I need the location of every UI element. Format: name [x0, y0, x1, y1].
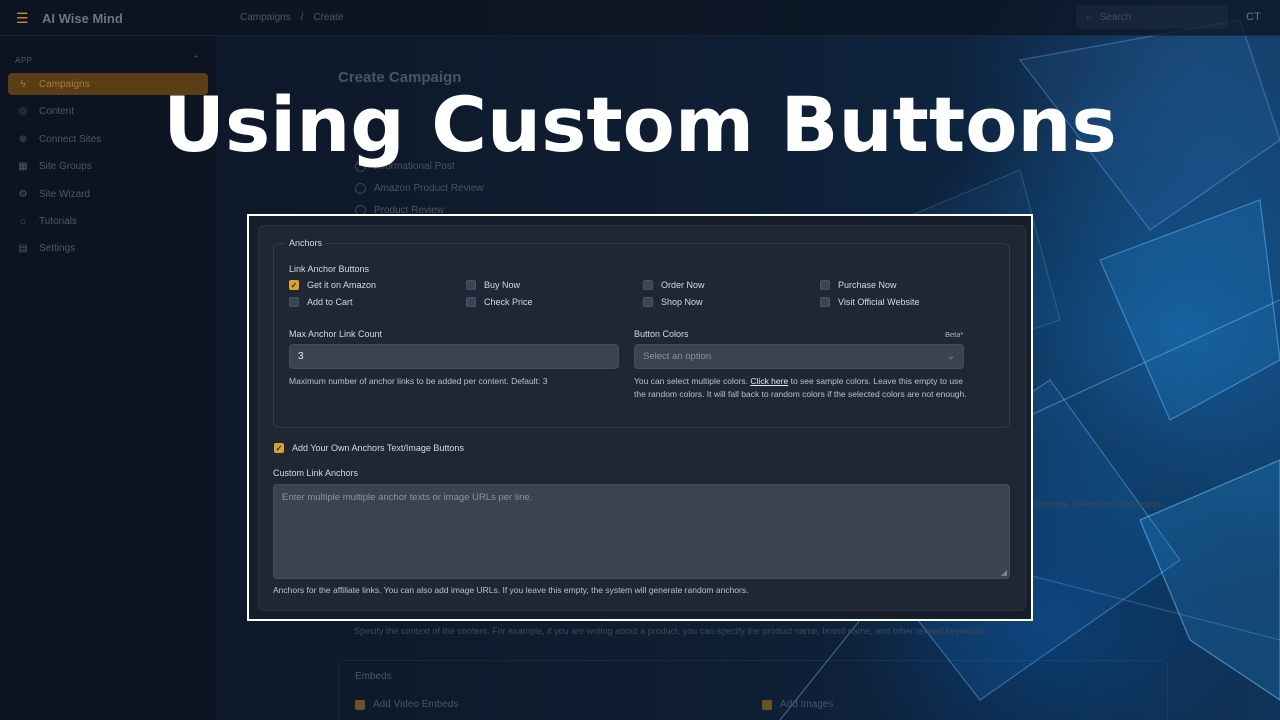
checkbox-icon [466, 280, 476, 290]
lightbulb-icon: ☼ [18, 215, 28, 227]
max-anchor-count-input[interactable]: 3 [289, 344, 619, 369]
checkbox-buy-now[interactable]: Buy Now [466, 280, 520, 290]
chevron-up-icon[interactable]: ⌃ [192, 54, 200, 65]
content-type-amazon-review[interactable]: Amazon Product Review [355, 183, 484, 194]
beta-badge: Beta* [945, 330, 964, 339]
breadcrumb-campaigns[interactable]: Campaigns [240, 12, 291, 23]
app-name: AI Wise Mind [42, 11, 123, 26]
button-colors-label: Button Colors [634, 329, 689, 339]
checkbox-label: Add to Cart [307, 297, 353, 307]
custom-link-anchors-help: Anchors for the affiliate links. You can… [273, 585, 749, 595]
app-logo[interactable]: ☰ AI Wise Mind [16, 10, 123, 27]
checkbox-add-own-anchors[interactable]: ✓ Add Your Own Anchors Text/Image Button… [274, 443, 464, 453]
add-images-checkbox[interactable]: Add Images [762, 699, 833, 710]
top-bar: ☰ AI Wise Mind Campaigns / Create ⌕ Sear… [0, 0, 1280, 36]
checkbox-add-to-cart[interactable]: Add to Cart [289, 297, 353, 307]
checkbox-icon [289, 297, 299, 307]
custom-link-anchors-placeholder: Enter multiple multiple anchor texts or … [282, 492, 533, 503]
sidebar-section-title: APP [15, 56, 33, 65]
checkmark-icon: ✓ [289, 280, 299, 290]
max-anchor-count-value: 3 [298, 351, 304, 362]
button-colors-placeholder: Select an option [643, 351, 712, 362]
checkbox-label: Visit Official Website [838, 297, 920, 307]
sidebar-item-label: Settings [39, 242, 76, 254]
breadcrumb-create: Create [313, 12, 344, 23]
checkbox-icon [643, 297, 653, 307]
sidebar-item-tutorials[interactable]: ☼ Tutorials [8, 210, 208, 232]
click-here-link[interactable]: Click here [750, 376, 788, 386]
checkbox-purchase-now[interactable]: Purchase Now [820, 280, 897, 290]
video-overlay-title: Using Custom Buttons [163, 80, 1117, 169]
checkbox-label: Shop Now [661, 297, 703, 307]
checkmark-icon: ✓ [274, 443, 284, 453]
sidebar-item-site-wizard[interactable]: ⚙ Site Wizard [8, 183, 208, 205]
embeds-legend: Embeds [355, 671, 392, 682]
content-type-label: Amazon Product Review [374, 183, 484, 194]
checkbox-shop-now[interactable]: Shop Now [643, 297, 703, 307]
max-anchor-count-help: Maximum number of anchor links to be add… [289, 376, 548, 386]
checkbox-check-price[interactable]: Check Price [466, 297, 533, 307]
checkbox-visit-official-website[interactable]: Visit Official Website [820, 297, 920, 307]
checkbox-label: Buy Now [484, 280, 521, 290]
embeds-section [338, 660, 1168, 720]
search-input[interactable]: ⌕ Search [1076, 5, 1228, 29]
document-icon: ▤ [18, 242, 28, 254]
breadcrumb-separator: / [300, 12, 304, 23]
custom-link-anchors-label: Custom Link Anchors [273, 468, 359, 478]
checkbox-icon [643, 280, 653, 290]
max-anchor-count-label: Max Anchor Link Count [289, 329, 383, 339]
checkbox-label: Get it on Amazon [307, 280, 377, 290]
sidebar-item-settings[interactable]: ▤ Settings [8, 237, 208, 259]
breadcrumb: Campaigns / Create [240, 12, 343, 23]
avatar[interactable]: CT [1246, 11, 1261, 23]
anchors-legend: Anchors [285, 238, 327, 248]
checkbox-order-now[interactable]: Order Now [643, 280, 705, 290]
checkbox-get-it-on-amazon[interactable]: ✓ Get it on Amazon [289, 280, 376, 290]
gear-icon: ⚙ [18, 188, 28, 200]
add-video-embeds-checkbox[interactable]: Add Video Embeds [355, 699, 458, 710]
resize-handle-icon[interactable]: ◢ [1001, 568, 1007, 577]
checkbox-icon [820, 280, 830, 290]
checkbox-label: Order Now [661, 280, 705, 290]
search-icon: ⌕ [1086, 11, 1092, 23]
context-help: Specify the context of the content. For … [354, 626, 987, 636]
faded-help-right: Optional. Maximum 1000 words [1034, 499, 1161, 509]
menu-toggle-icon[interactable]: ☰ [16, 10, 30, 27]
checkbox-label: Add Your Own Anchors Text/Image Buttons [292, 443, 464, 453]
search-placeholder: Search [1099, 11, 1132, 23]
checkbox-label: Add Images [780, 699, 834, 710]
checkbox-icon [820, 297, 830, 307]
checkbox-label: Add Video Embeds [373, 699, 459, 710]
checkbox-icon [466, 297, 476, 307]
custom-link-anchors-textarea[interactable]: Enter multiple multiple anchor texts or … [273, 484, 1010, 579]
sidebar-item-label: Site Wizard [39, 188, 91, 200]
checkbox-icon [762, 699, 772, 710]
button-colors-select[interactable]: Select an option ⌄ [634, 344, 964, 369]
sidebar-item-label: Tutorials [39, 215, 77, 227]
chevron-down-icon: ⌄ [947, 351, 955, 362]
link-anchor-buttons-label: Link Anchor Buttons [289, 264, 370, 274]
button-colors-help: You can select multiple colors. Click he… [634, 375, 969, 401]
radio-icon [355, 183, 366, 194]
checkbox-label: Purchase Now [838, 280, 897, 290]
checkbox-label: Check Price [484, 297, 533, 307]
button-colors-help-text: You can select multiple colors. [634, 376, 749, 386]
checkbox-icon [355, 699, 365, 710]
